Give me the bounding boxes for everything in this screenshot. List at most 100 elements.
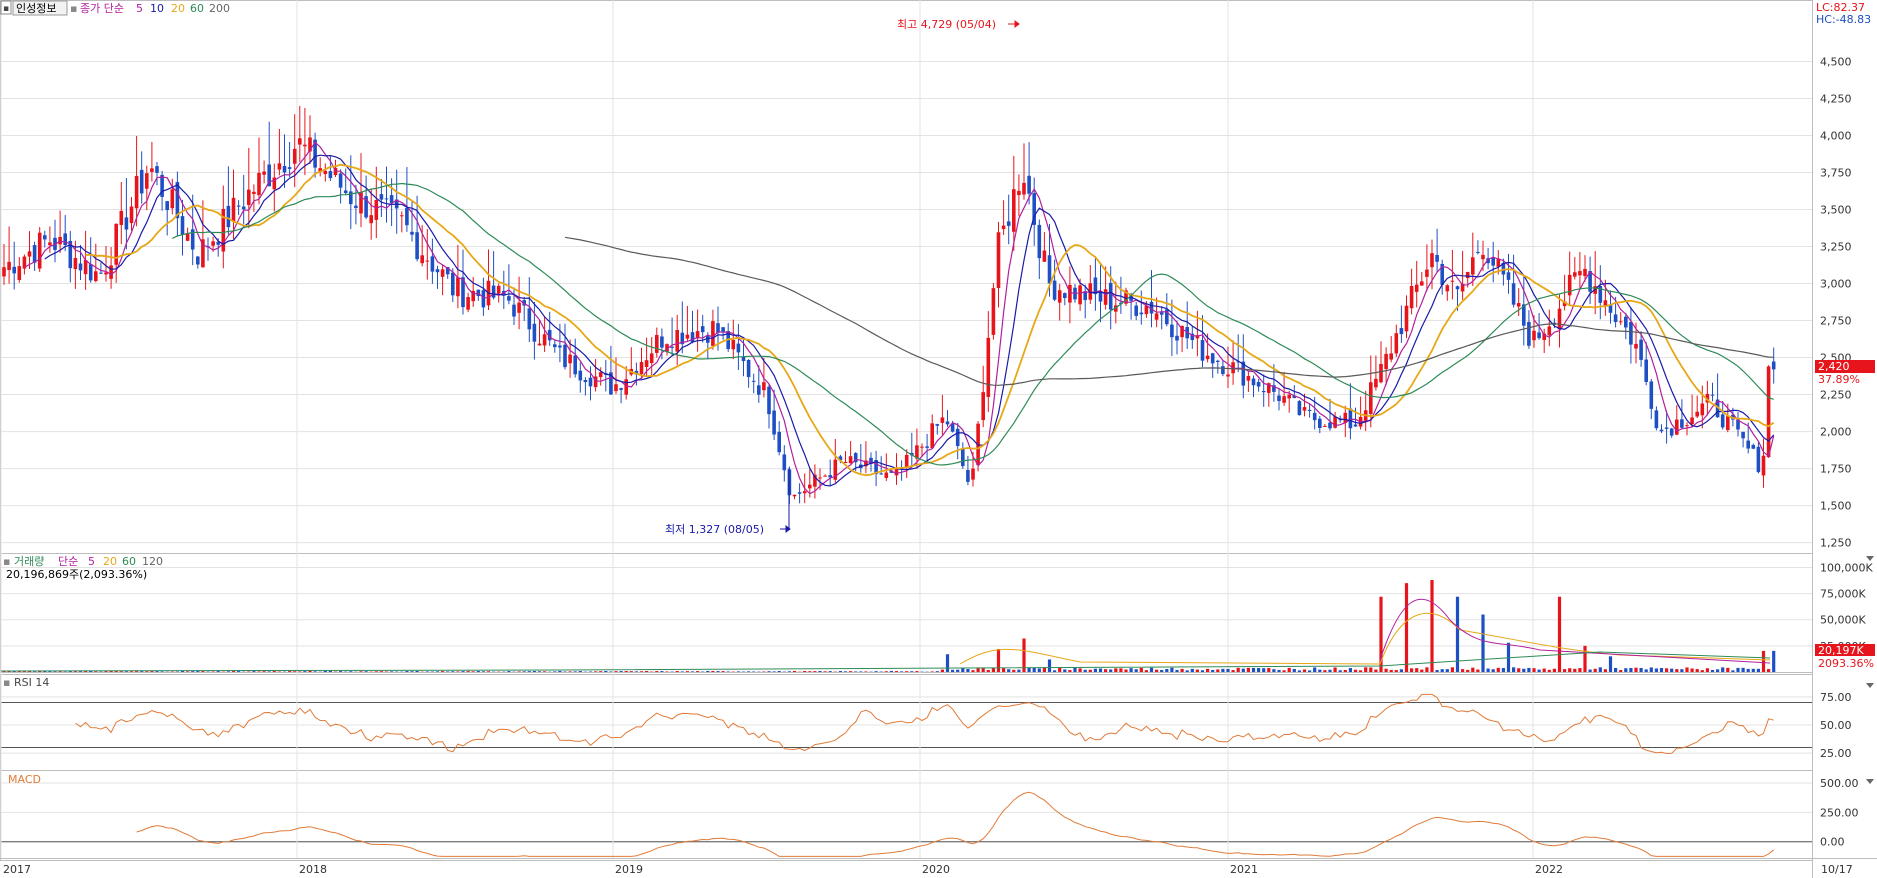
volume-bar	[1292, 668, 1296, 672]
volume-bar	[1277, 669, 1281, 672]
volume-bar	[298, 671, 302, 672]
volume-bar	[1037, 668, 1041, 672]
volume-bar	[1384, 668, 1388, 672]
volume-bar	[1093, 668, 1097, 672]
volume-bar	[1665, 668, 1669, 672]
volume-bar	[1721, 667, 1725, 672]
candle-body	[1649, 381, 1654, 409]
candle-body	[1277, 395, 1281, 401]
volume-info: 20,196,869주(2,093.36%)	[6, 568, 147, 581]
volume-bar	[1042, 667, 1046, 672]
candle-body	[986, 337, 991, 397]
candle-body	[721, 327, 725, 332]
volume-bar	[466, 671, 470, 672]
stock-info-label[interactable]: 인성정보	[16, 2, 56, 15]
candle-body	[553, 344, 557, 348]
candle-body	[1068, 284, 1072, 303]
candle-body	[879, 473, 883, 475]
volume-bar	[1695, 669, 1699, 672]
volume-bar	[1568, 668, 1572, 672]
volume-bar	[1670, 668, 1674, 672]
volume-bar	[1435, 670, 1439, 672]
stock-chart[interactable]: 1,2501,5001,7502,0002,2502,5002,7503,000…	[0, 0, 1877, 878]
volume-bar	[1430, 580, 1434, 672]
legend-square-icon: ▪	[70, 2, 77, 15]
volume-bar	[1593, 668, 1597, 672]
volume-bar	[1308, 670, 1312, 672]
volume-bar	[257, 671, 261, 672]
volume-bar	[1394, 670, 1398, 672]
volume-bar	[711, 670, 715, 672]
candle-body	[1659, 429, 1664, 432]
volume-bar	[1552, 668, 1556, 672]
candle-body	[894, 469, 899, 476]
candle-body	[37, 232, 42, 269]
candle-body	[257, 172, 261, 196]
volume-bar	[578, 671, 582, 672]
volume-bar	[996, 649, 1001, 672]
candle-body	[925, 446, 929, 448]
candle-body	[848, 456, 853, 464]
volume-bar	[884, 671, 888, 672]
candle-body	[466, 297, 470, 310]
volume-bar	[1608, 656, 1613, 672]
x-tick-label: 2020	[922, 863, 950, 876]
volume-bar	[303, 671, 307, 672]
candle-body	[1511, 283, 1516, 305]
legend-ma200: 200	[209, 2, 230, 15]
volume-bar	[1221, 668, 1225, 672]
price-y-tick: 3,250	[1820, 241, 1852, 254]
volume-legend-ma5: 5	[88, 555, 95, 568]
candle-body	[1409, 286, 1414, 309]
candle-body	[119, 210, 124, 225]
volume-bar	[1532, 668, 1536, 672]
volume-bar	[415, 671, 419, 672]
candle-body	[940, 417, 945, 423]
volume-bar	[308, 670, 312, 672]
volume-bar	[828, 671, 832, 672]
candle-body	[435, 269, 440, 273]
candle-body	[12, 266, 16, 274]
volume-bar	[527, 671, 531, 672]
volume-bar	[889, 670, 893, 672]
candle-body	[772, 410, 776, 435]
volume-bar	[1481, 614, 1485, 672]
candle-body	[83, 260, 88, 275]
volume-bar	[1195, 669, 1199, 672]
volume-bar	[1165, 669, 1169, 672]
candle-body	[1302, 407, 1307, 411]
volume-bar	[1659, 668, 1664, 672]
candle-body	[1022, 182, 1026, 195]
volume-bar	[379, 671, 383, 672]
macd-panel-toggle-icon[interactable]	[1866, 779, 1874, 784]
candle-body	[1170, 324, 1174, 338]
volume-bar	[1333, 667, 1337, 672]
volume-bar	[1073, 667, 1077, 672]
volume-bar	[2, 671, 6, 672]
volume-bar	[690, 671, 695, 672]
volume-bar	[976, 667, 980, 672]
panel-frame-3	[0, 770, 1813, 861]
volume-bar	[594, 671, 598, 672]
volume-bar	[849, 671, 853, 672]
volume-bar	[808, 671, 812, 672]
volume-bar	[1190, 668, 1194, 672]
candle-body	[1420, 281, 1424, 286]
volume-panel-toggle-icon[interactable]	[1866, 556, 1874, 561]
candle-body	[292, 148, 297, 164]
price-y-tick: 3,750	[1820, 166, 1852, 179]
candle-body	[961, 448, 965, 467]
volume-bar	[1211, 669, 1215, 672]
volume-bar	[1624, 668, 1628, 672]
candle-body	[619, 388, 623, 390]
candle-body	[1042, 250, 1047, 262]
volume-bar	[1170, 667, 1174, 672]
volume-bar	[639, 671, 644, 672]
candle-body	[180, 216, 185, 235]
candle-body	[649, 353, 654, 364]
volume-bar	[1297, 670, 1301, 672]
rsi-panel-toggle-icon[interactable]	[1866, 683, 1874, 688]
candle-body	[1226, 374, 1230, 377]
candle-body	[731, 339, 736, 350]
candle-body	[614, 384, 618, 392]
